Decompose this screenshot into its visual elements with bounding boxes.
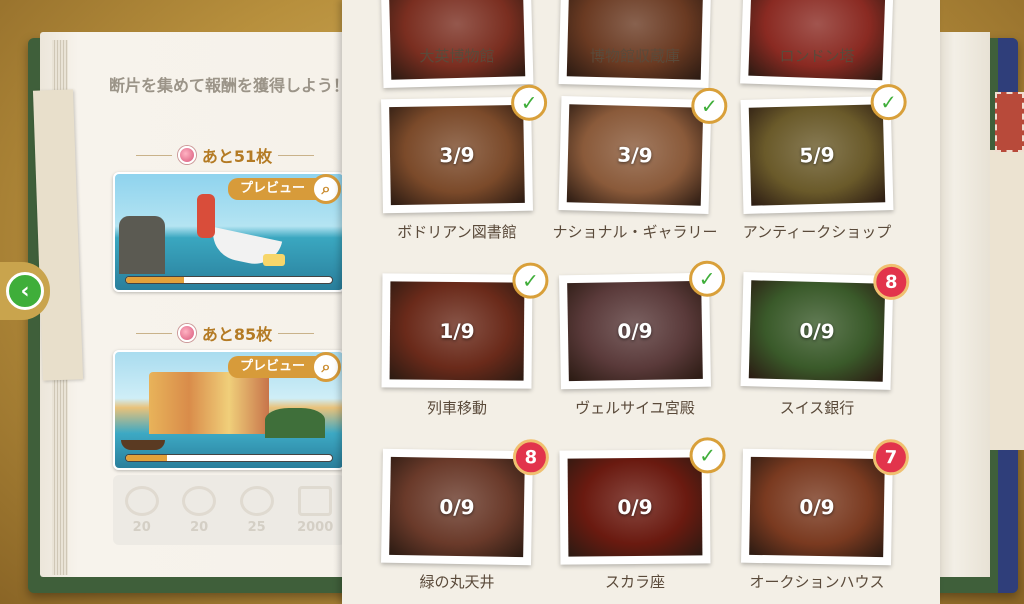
gold-bar-icon — [298, 485, 333, 516]
count-badge: 8 — [872, 263, 910, 301]
location-name: ヴェルサイユ宮殿 — [575, 399, 695, 417]
location-name: 列車移動 — [426, 399, 487, 417]
event-card[interactable]: プレビュー ⌕ — [113, 172, 345, 292]
event-progress-bar — [125, 454, 333, 462]
location-progress: 5/9 — [799, 142, 835, 168]
location-name: 緑の丸天井 — [419, 573, 495, 591]
event-progress-fill — [126, 455, 168, 461]
checkmark-icon: ✓ — [870, 83, 908, 121]
chevron-left-icon: ‹ — [6, 272, 44, 310]
location-thumbnail-frame[interactable]: 0/9 8 — [740, 263, 910, 390]
compass-icon — [239, 485, 274, 516]
location-thumbnail-frame[interactable]: 5/9 ✓ — [740, 83, 908, 214]
location-thumbnail-frame[interactable]: 3/9 ✓ — [381, 84, 548, 214]
location-thumbnail-frame[interactable]: 0/9 ✓ — [559, 260, 726, 390]
remaining-count: あと51枚 — [201, 147, 273, 166]
reward-item: 2000 — [297, 485, 334, 535]
location-thumbnail: 0/9 — [748, 280, 886, 382]
location-thumbnail-frame[interactable]: 0/9 7 — [741, 438, 910, 566]
location-thumbnail — [748, 0, 886, 81]
figure-shape — [197, 194, 215, 238]
location-name: ボドリアン図書館 — [397, 223, 517, 241]
location-thumbnail-frame[interactable]: 1/9 ✓ — [381, 262, 549, 389]
location-progress: 3/9 — [439, 142, 475, 168]
location-name: 大英博物館 — [419, 47, 495, 65]
location-thumbnail-frame[interactable]: 0/9 8 — [381, 438, 550, 566]
checkmark-icon: ✓ — [688, 260, 726, 298]
event-header: あと51枚 — [115, 144, 335, 166]
remaining-count: あと85枚 — [201, 325, 273, 344]
location-progress: 0/9 — [439, 494, 475, 520]
reward-item: 20 — [124, 485, 159, 535]
location-thumbnail — [566, 0, 704, 80]
magnifier-icon[interactable]: ⌕ — [311, 174, 341, 204]
location-progress: 3/9 — [617, 142, 653, 168]
reward-value: 25 — [247, 519, 266, 535]
event-card[interactable]: プレビュー ⌕ — [113, 350, 345, 470]
location-thumbnail-frame[interactable] — [380, 0, 534, 88]
location-thumbnail-frame[interactable] — [740, 0, 894, 89]
location-progress: 0/9 — [799, 494, 835, 520]
star-badge-icon — [124, 485, 159, 516]
location-thumbnail-frame[interactable]: 3/9 ✓ — [558, 87, 728, 214]
reward-value: 20 — [132, 519, 151, 535]
location-thumbnail: 3/9 — [566, 104, 704, 206]
location-thumbnail: 0/9 — [567, 280, 703, 382]
location-progress: 0/9 — [617, 318, 653, 344]
cameraman-shape — [119, 216, 165, 274]
location-thumbnail: 3/9 — [389, 104, 525, 206]
location-name: アンティークショップ — [742, 223, 892, 241]
location-thumbnail: 0/9 — [567, 457, 703, 557]
island-shape — [265, 408, 325, 438]
jetski-shape — [263, 254, 285, 266]
magnifier-icon[interactable]: ⌕ — [311, 352, 341, 382]
town-shape — [149, 372, 269, 434]
location-thumbnail — [388, 0, 526, 80]
event-panel: 断片を集めて報酬を獲得しよう！ あと51枚 プレビュー ⌕ あと85枚 プレビュ… — [95, 32, 355, 577]
location-name: ナショナル・ギャラリー — [552, 223, 718, 241]
location-progress: 1/9 — [439, 318, 475, 344]
checkmark-icon: ✓ — [690, 87, 728, 125]
reward-item: 20 — [182, 485, 217, 535]
location-thumbnail: 0/9 — [389, 456, 525, 558]
location-grid-panel: 大英博物館 博物館収蔵庫 ロンドン塔 3/9 ✓ ボドリアン図書館 3/9 ✓ ナショナル・ギャ… — [342, 0, 940, 604]
location-thumbnail: 0/9 — [749, 456, 885, 558]
reward-row: 20 20 25 2000 — [113, 475, 345, 545]
event-progress-fill — [126, 277, 184, 283]
preview-label[interactable]: プレビュー — [227, 178, 317, 200]
star-badge-icon — [182, 485, 217, 516]
gem-icon — [177, 324, 196, 342]
location-progress: 0/9 — [617, 494, 653, 520]
location-thumbnail-frame[interactable]: 0/9 ✓ — [559, 437, 726, 565]
stamp-icon — [995, 92, 1024, 152]
checkmark-icon: ✓ — [510, 84, 548, 122]
location-progress: 0/9 — [799, 318, 835, 344]
location-name: ロンドン塔 — [779, 47, 855, 65]
location-name: スイス銀行 — [779, 399, 855, 417]
event-header: あと85枚 — [115, 322, 335, 344]
reward-value: 20 — [190, 519, 209, 535]
location-name: オークションハウス — [749, 573, 885, 591]
intro-text: 断片を集めて報酬を獲得しよう！ — [109, 76, 350, 95]
reward-item: 25 — [239, 485, 274, 535]
location-thumbnail: 5/9 — [748, 104, 886, 206]
gondola-shape — [121, 440, 165, 450]
location-thumbnail: 1/9 — [389, 281, 525, 381]
paper-scrap-right — [990, 150, 1024, 450]
count-badge: 8 — [512, 438, 550, 476]
checkmark-icon: ✓ — [512, 262, 549, 299]
event-progress-bar — [125, 276, 333, 284]
location-thumbnail-frame[interactable] — [558, 0, 712, 88]
checkmark-icon: ✓ — [689, 437, 726, 474]
count-badge: 7 — [872, 438, 910, 476]
location-name: 博物館収蔵庫 — [589, 47, 680, 65]
preview-label[interactable]: プレビュー — [227, 356, 317, 378]
gem-icon — [177, 146, 196, 164]
reward-value: 2000 — [297, 519, 334, 535]
location-name: スカラ座 — [604, 573, 665, 591]
